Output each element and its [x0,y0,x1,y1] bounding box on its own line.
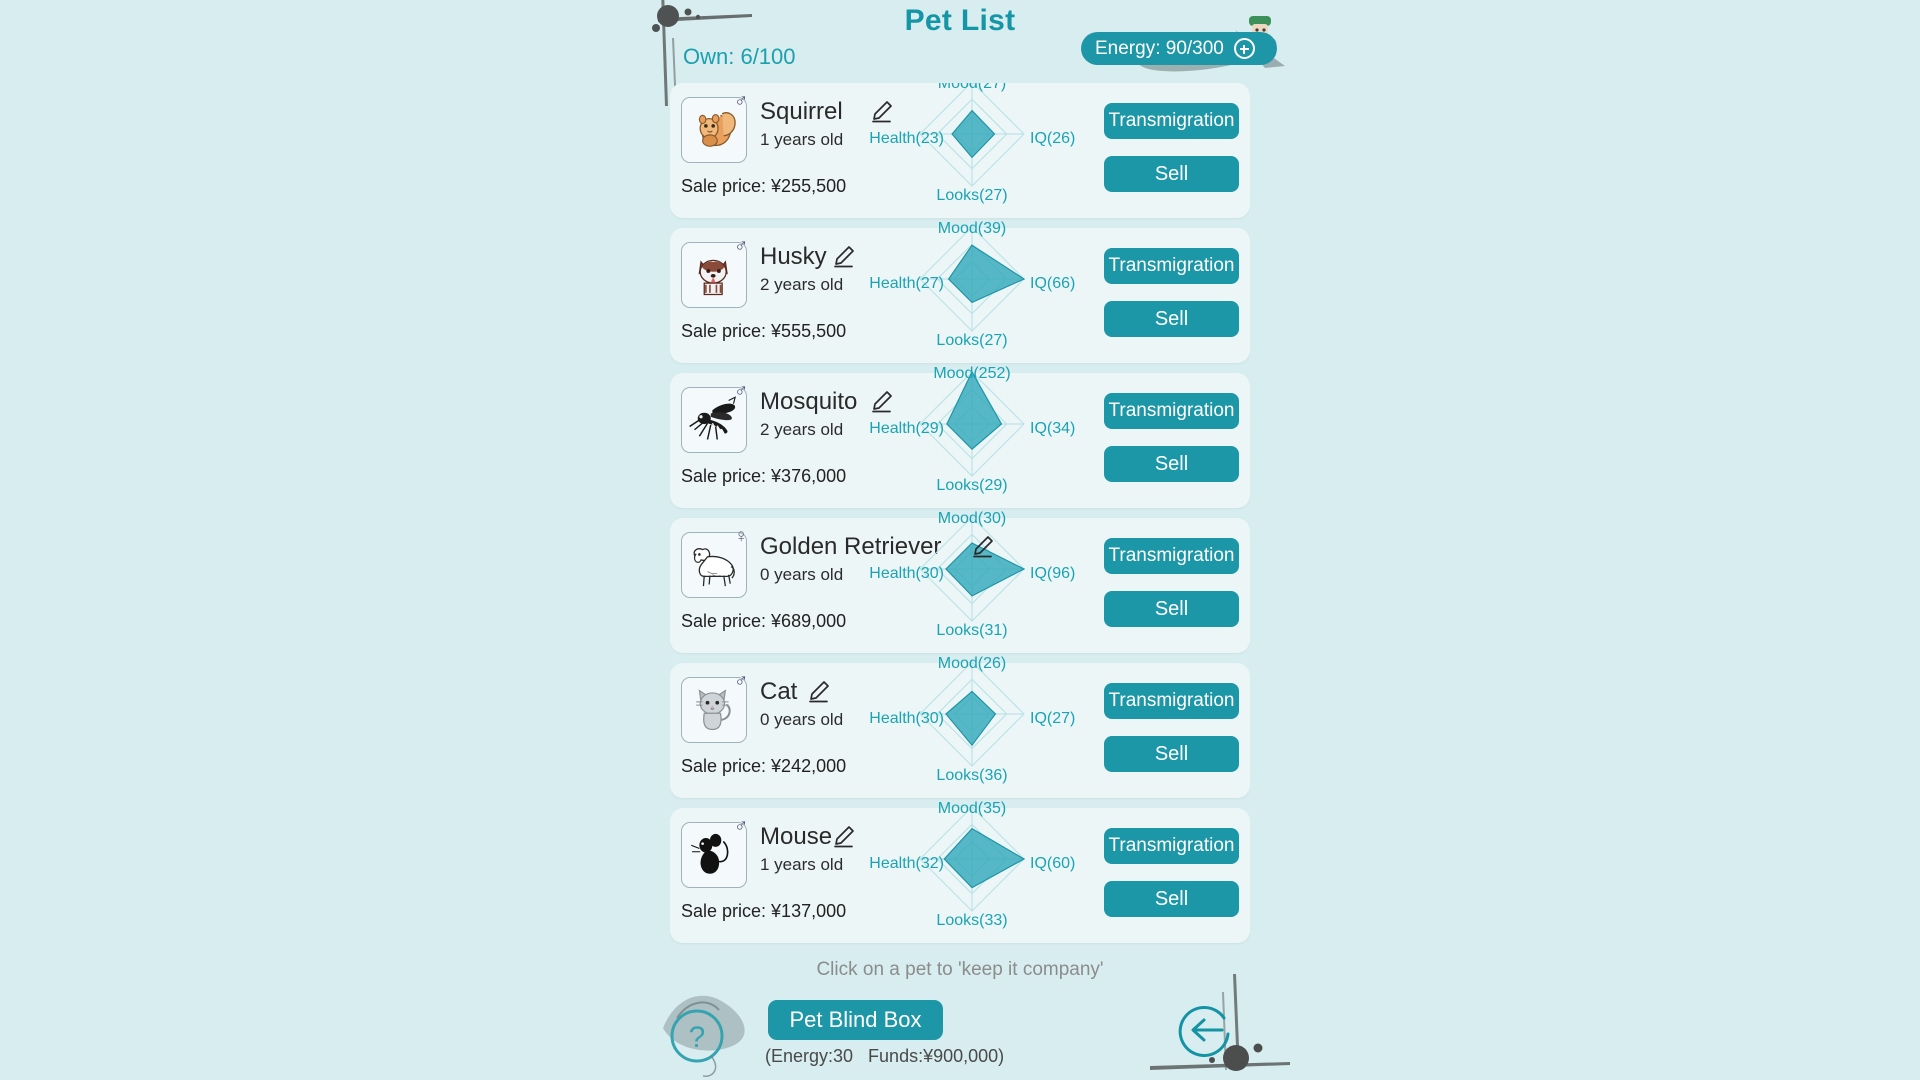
pet-list-container[interactable]: ♂ Squirrel 1 years old Sale price: ¥255,… [670,83,1250,953]
pet-name: Squirrel [760,98,843,126]
svg-text:?: ? [689,1021,706,1054]
energy-indicator[interactable]: Energy: 90/300 [1081,32,1277,65]
pet-age: 2 years old [760,275,843,295]
transmigration-button[interactable]: Transmigration [1104,393,1239,429]
pet-age: 1 years old [760,130,843,150]
transmigration-button[interactable]: Transmigration [1104,248,1239,284]
radar-label-iq: IQ(26) [1030,130,1075,148]
radar-label-mood: Mood(252) [933,365,1010,383]
radar-label-mood: Mood(35) [938,800,1006,818]
page-title: Pet List [0,4,1920,38]
pet-sale-price: Sale price: ¥137,000 [681,901,846,922]
sell-button[interactable]: Sell [1104,446,1239,482]
pet-sale-price: Sale price: ¥255,500 [681,176,846,197]
radar-label-looks: Looks(31) [936,622,1007,640]
radar-label-iq: IQ(34) [1030,420,1075,438]
radar-label-health: Health(29) [869,420,944,438]
pet-card[interactable]: ♂ Squirrel 1 years old Sale price: ¥255,… [670,83,1250,218]
pet-sale-price: Sale price: ¥689,000 [681,611,846,632]
gender-male-icon: ♂ [734,92,748,111]
sell-button[interactable]: Sell [1104,301,1239,337]
pet-name: Husky [760,243,827,271]
pet-age: 2 years old [760,420,843,440]
pet-card[interactable]: ♂ Husky 2 years old Sale price: ¥555,500… [670,228,1250,363]
hint-text: Click on a pet to 'keep it company' [0,959,1920,981]
gender-female-icon: ♀ [734,527,748,546]
edit-pencil-icon[interactable] [808,679,834,703]
edit-pencil-icon[interactable] [871,99,897,123]
pet-card[interactable]: ♂ Mosquito 2 years old Sale price: ¥376,… [670,373,1250,508]
sell-button[interactable]: Sell [1104,156,1239,192]
transmigration-button[interactable]: Transmigration [1104,103,1239,139]
transmigration-button[interactable]: Transmigration [1104,828,1239,864]
radar-label-health: Health(30) [869,710,944,728]
pet-blind-box-button[interactable]: Pet Blind Box [768,1000,943,1040]
radar-label-mood: Mood(27) [938,83,1006,93]
pet-age: 1 years old [760,855,843,875]
pet-stats-radar-chart: Mood(26) IQ(27) Looks(36) Health(30) [885,660,1060,800]
energy-label: Energy: 90/300 [1095,38,1224,60]
pet-age: 0 years old [760,565,843,585]
pet-sale-price: Sale price: ¥376,000 [681,466,846,487]
pet-stats-radar-chart: Mood(39) IQ(66) Looks(27) Health(27) [885,225,1060,365]
pet-stats-radar-chart: Mood(252) IQ(34) Looks(29) Health(29) [885,370,1060,510]
radar-label-looks: Looks(29) [936,477,1007,495]
sell-button[interactable]: Sell [1104,591,1239,627]
own-count-label: Own: 6/100 [683,44,796,70]
blind-box-cost-label: (Energy:30 Funds:¥900,000) [765,1046,1004,1067]
pet-list-screen: Pet List Own: 6/100 Energy: 90/300 ♂ Squ… [0,0,1920,1080]
transmigration-button[interactable]: Transmigration [1104,683,1239,719]
edit-pencil-icon[interactable] [833,244,859,268]
radar-label-iq: IQ(66) [1030,275,1075,293]
pet-name: Mosquito [760,388,857,416]
back-arrow-icon[interactable] [1178,1000,1238,1060]
edit-pencil-icon[interactable] [833,824,859,848]
pet-sale-price: Sale price: ¥242,000 [681,756,846,777]
pet-stats-radar-chart: Mood(35) IQ(60) Looks(33) Health(32) [885,805,1060,945]
radar-label-looks: Looks(33) [936,912,1007,930]
gender-male-icon: ♂ [734,382,748,401]
gender-male-icon: ♂ [734,817,748,836]
edit-pencil-icon[interactable] [972,534,998,558]
pet-sale-price: Sale price: ¥555,500 [681,321,846,342]
radar-label-mood: Mood(26) [938,655,1006,673]
pet-card[interactable]: ♀ Golden Retriever 0 years old Sale pric… [670,518,1250,653]
pet-stats-radar-chart: Mood(27) IQ(26) Looks(27) Health(23) [885,83,1060,220]
gender-male-icon: ♂ [734,237,748,256]
radar-label-health: Health(30) [869,565,944,583]
transmigration-button[interactable]: Transmigration [1104,538,1239,574]
sell-button[interactable]: Sell [1104,881,1239,917]
radar-label-mood: Mood(30) [938,510,1006,528]
radar-label-looks: Looks(27) [936,187,1007,205]
radar-label-mood: Mood(39) [938,220,1006,238]
radar-label-iq: IQ(96) [1030,565,1075,583]
pet-name: Cat [760,678,797,706]
pet-name: Mouse [760,823,832,851]
radar-label-looks: Looks(27) [936,332,1007,350]
sell-button[interactable]: Sell [1104,736,1239,772]
pet-card[interactable]: ♂ Cat 0 years old Sale price: ¥242,000 M… [670,663,1250,798]
edit-pencil-icon[interactable] [871,389,897,413]
gender-male-icon: ♂ [734,672,748,691]
radar-label-iq: IQ(27) [1030,710,1075,728]
radar-label-looks: Looks(36) [936,767,1007,785]
radar-label-health: Health(32) [869,855,944,873]
pet-card[interactable]: ♂ Mouse 1 years old Sale price: ¥137,000… [670,808,1250,943]
radar-label-iq: IQ(60) [1030,855,1075,873]
pet-age: 0 years old [760,710,843,730]
radar-label-health: Health(23) [869,130,944,148]
plus-circle-icon[interactable] [1234,38,1255,59]
radar-label-health: Health(27) [869,275,944,293]
